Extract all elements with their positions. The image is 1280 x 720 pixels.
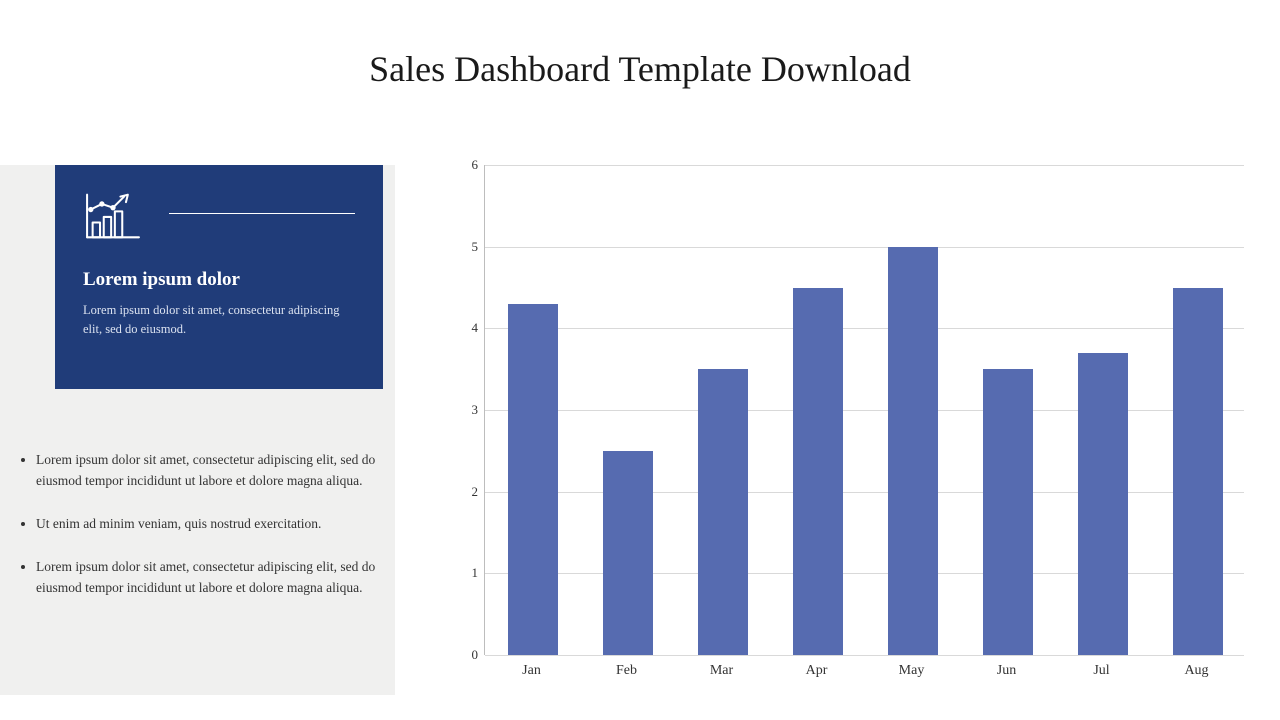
left-panel: Lorem ipsum dolor Lorem ipsum dolor sit … [0, 165, 395, 695]
page-title: Sales Dashboard Template Download [0, 48, 1280, 90]
chart-x-tick-label: Jun [997, 663, 1016, 679]
bar-chart: 0123456 JanFebMarAprMayJunJulAug [442, 165, 1252, 695]
chart-y-tick-label: 6 [442, 157, 478, 173]
chart-bar [1173, 288, 1223, 656]
bar-chart-growth-icon [83, 191, 143, 241]
chart-y-tick-label: 5 [442, 239, 478, 255]
info-card: Lorem ipsum dolor Lorem ipsum dolor sit … [55, 165, 383, 389]
chart-bar [983, 369, 1033, 655]
chart-gridline [485, 655, 1244, 656]
chart-y-tick-label: 1 [442, 565, 478, 581]
chart-gridline [485, 410, 1244, 411]
chart-gridline [485, 165, 1244, 166]
chart-bar [603, 451, 653, 655]
chart-bar [793, 288, 843, 656]
chart-bar [508, 304, 558, 655]
chart-gridline [485, 328, 1244, 329]
chart-x-tick-label: Aug [1184, 663, 1208, 679]
chart-x-tick-label: Jan [522, 663, 541, 679]
chart-y-tick-label: 4 [442, 320, 478, 336]
chart-bar [698, 369, 748, 655]
chart-gridline [485, 573, 1244, 574]
chart-x-tick-label: Feb [616, 663, 637, 679]
card-body-text: Lorem ipsum dolor sit amet, consectetur … [83, 301, 355, 339]
chart-x-tick-label: May [899, 663, 925, 679]
chart-y-tick-label: 0 [442, 647, 478, 663]
list-item: Lorem ipsum dolor sit amet, consectetur … [36, 450, 378, 492]
chart-y-tick-label: 2 [442, 484, 478, 500]
chart-plot-area [484, 165, 1244, 655]
chart-x-tick-label: Jul [1093, 663, 1109, 679]
card-divider [169, 213, 355, 214]
bullet-list: Lorem ipsum dolor sit amet, consectetur … [18, 450, 378, 621]
chart-gridline [485, 247, 1244, 248]
chart-bar [1078, 353, 1128, 655]
chart-x-tick-label: Mar [710, 663, 733, 679]
list-item: Lorem ipsum dolor sit amet, consectetur … [36, 557, 378, 599]
chart-x-tick-label: Apr [806, 663, 828, 679]
chart-gridline [485, 492, 1244, 493]
chart-x-axis: Jan Feb Mar Apr May Jun Jul Aug [484, 663, 1244, 689]
chart-bar [888, 247, 938, 655]
chart-y-tick-label: 3 [442, 402, 478, 418]
card-heading: Lorem ipsum dolor [83, 269, 355, 291]
list-item: Ut enim ad minim veniam, quis nostrud ex… [36, 514, 378, 535]
